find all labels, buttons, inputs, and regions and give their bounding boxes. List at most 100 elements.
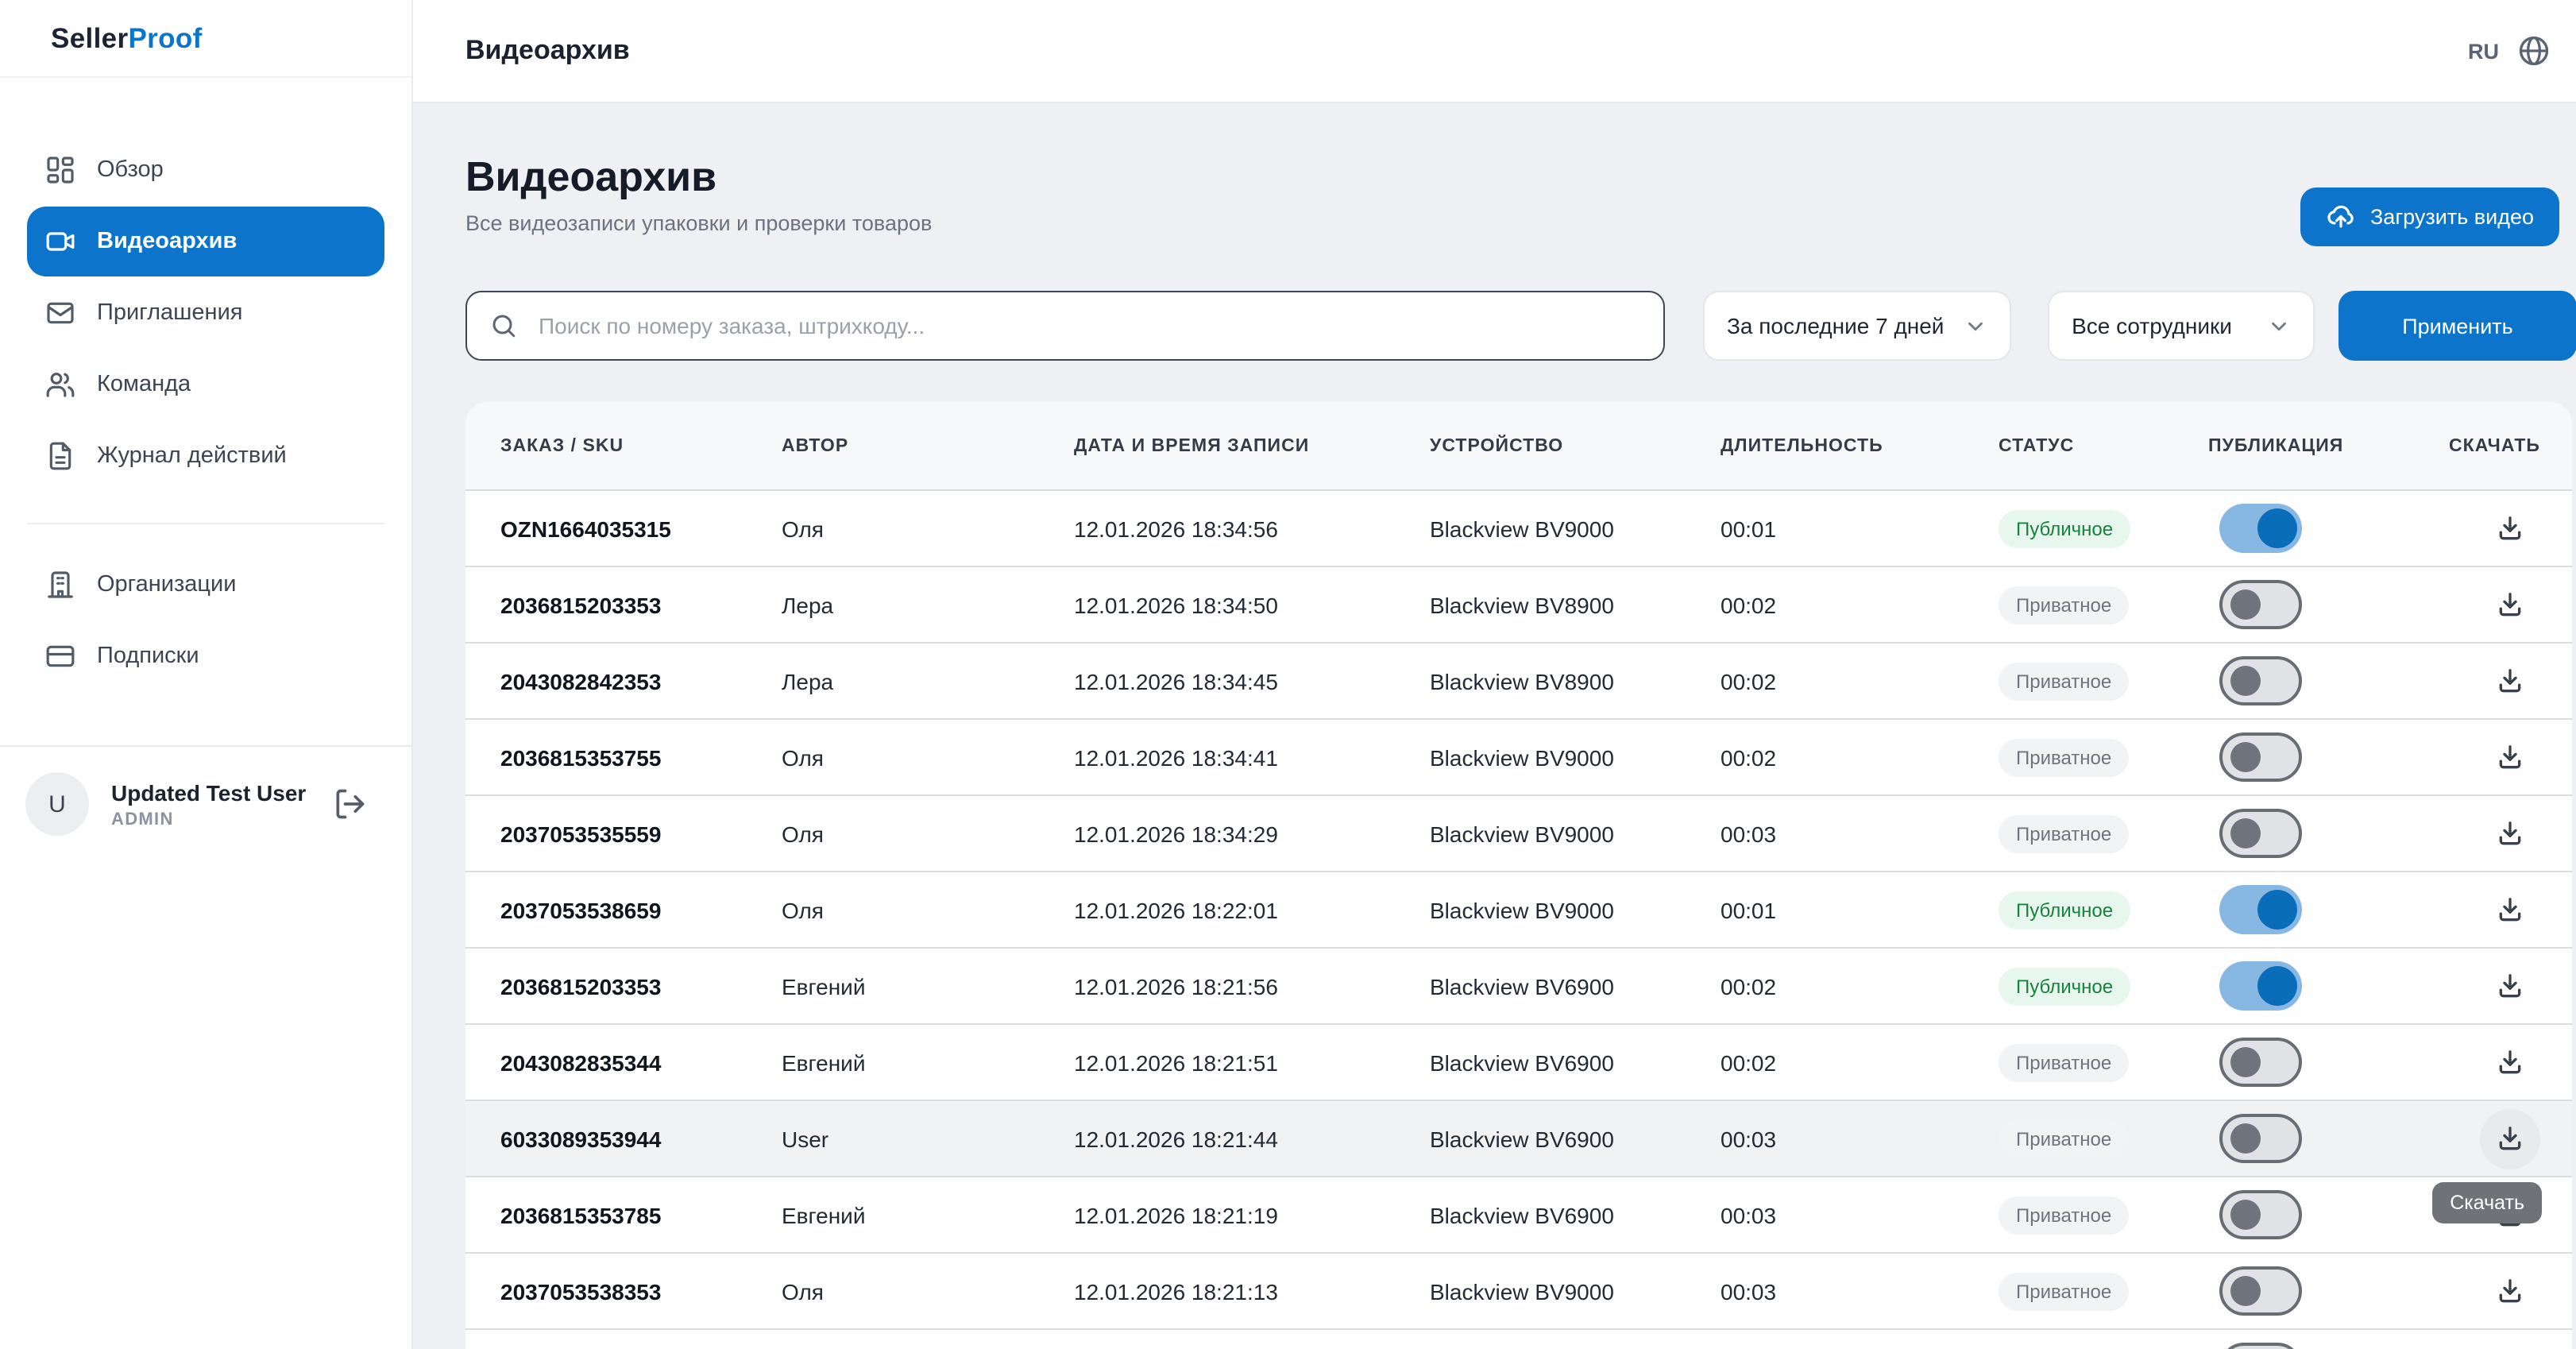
- table-row[interactable]: 2036815203353 Лера 12.01.2026 18:34:50 B…: [465, 567, 2572, 644]
- download-button[interactable]: [2480, 1261, 2540, 1321]
- cell-duration: 00:03: [1721, 1278, 1999, 1304]
- sidebar-item-organizations[interactable]: Организации: [27, 550, 384, 620]
- language-switcher[interactable]: RU: [2468, 33, 2551, 68]
- search-icon: [489, 311, 518, 340]
- sidebar-item-invitations[interactable]: Приглашения: [27, 278, 384, 348]
- cell-download: [2383, 803, 2540, 864]
- sidebar-item-activity-log[interactable]: Журнал действий: [27, 421, 384, 491]
- publish-toggle[interactable]: [2219, 1266, 2302, 1316]
- publish-toggle[interactable]: [2219, 1038, 2302, 1087]
- publish-toggle[interactable]: [2219, 656, 2302, 705]
- cell-duration: 00:02: [1721, 1049, 1999, 1075]
- sidebar-item-overview[interactable]: Обзор: [27, 135, 384, 205]
- sidebar-item-team[interactable]: Команда: [27, 350, 384, 419]
- sidebar-item-label: Команда: [97, 372, 191, 397]
- table-row[interactable]: 6033089353944 User 12.01.2026 18:21:44 B…: [465, 1101, 2572, 1177]
- cell-status: Публичное: [1999, 891, 2208, 929]
- download-button[interactable]: [2480, 956, 2540, 1016]
- page-title: Видеоархив: [465, 153, 932, 202]
- employee-filter-select[interactable]: Все сотрудники: [2048, 291, 2315, 361]
- building-icon: [44, 569, 76, 601]
- status-badge: Публичное: [1999, 891, 2130, 929]
- publish-toggle[interactable]: [2219, 732, 2302, 782]
- table-row[interactable]: 2036815353785 Евгений 12.01.2026 18:21:1…: [465, 1177, 2572, 1254]
- period-filter-select[interactable]: За последние 7 дней: [1703, 291, 2011, 361]
- cell-status: Приватное: [1999, 586, 2208, 624]
- cell-datetime: 12.01.2026 18:21:51: [1074, 1049, 1430, 1075]
- publish-toggle[interactable]: [2219, 1190, 2302, 1239]
- publish-toggle[interactable]: [2219, 885, 2302, 934]
- cell-status: Приватное: [1999, 662, 2208, 700]
- user-meta: Updated Test User ADMIN: [111, 779, 306, 829]
- user-name: Updated Test User: [111, 779, 306, 805]
- download-button[interactable]: [2480, 498, 2540, 559]
- sidebar-item-label: Обзор: [97, 157, 164, 183]
- publish-toggle[interactable]: [2219, 580, 2302, 629]
- cell-duration: 00:03: [1721, 1126, 1999, 1151]
- sidebar-item-videoarchive[interactable]: Видеоархив: [27, 207, 384, 276]
- table-row[interactable]: 2043082842353 Лера 12.01.2026 18:34:45 B…: [465, 644, 2572, 720]
- chevron-down-icon: [1964, 314, 1987, 338]
- download-button[interactable]: [2480, 651, 2540, 711]
- table-row[interactable]: 2036815353755 Оля 12.01.2026 18:34:41 Bl…: [465, 720, 2572, 796]
- cell-status: Приватное: [1999, 814, 2208, 852]
- cell-device: Blackview BV9000: [1430, 1278, 1721, 1304]
- toggle-knob: [2257, 890, 2297, 930]
- download-button[interactable]: [2480, 1032, 2540, 1092]
- table-row[interactable]: 2037053538659 Оля 12.01.2026 18:22:01 Bl…: [465, 872, 2572, 949]
- filters-row: За последние 7 дней Все сотрудники Приме…: [465, 291, 2576, 361]
- users-icon: [44, 369, 76, 400]
- table-row[interactable]: 2037053535559 Оля 12.01.2026 18:34:29 Bl…: [465, 796, 2572, 872]
- download-button[interactable]: [2480, 879, 2540, 940]
- cell-status: Публичное: [1999, 967, 2208, 1005]
- download-button[interactable]: [2480, 803, 2540, 864]
- cell-datetime: 12.01.2026 18:34:50: [1074, 592, 1430, 617]
- download-button[interactable]: [2480, 1108, 2540, 1169]
- download-icon: [2494, 512, 2526, 544]
- brand-proof: Proof: [128, 21, 202, 55]
- upload-video-button[interactable]: Загрузить видео: [2300, 187, 2559, 246]
- cell-author: Евгений: [782, 1202, 1074, 1227]
- publish-toggle[interactable]: [2219, 809, 2302, 858]
- cell-author: Евгений: [782, 1049, 1074, 1075]
- cell-duration: 00:03: [1721, 1202, 1999, 1227]
- logout-icon[interactable]: [332, 787, 367, 821]
- mail-icon: [44, 297, 76, 329]
- sidebar-item-subscriptions[interactable]: Подписки: [27, 621, 384, 691]
- page-head-text: Видеоархив Все видеозаписи упаковки и пр…: [465, 153, 932, 235]
- table-row[interactable]: OZN1664035315 Оля 12.01.2026 18:34:56 Bl…: [465, 491, 2572, 567]
- cell-download: [2383, 498, 2540, 559]
- search-input[interactable]: [535, 311, 1641, 340]
- table-row[interactable]: Приватное: [465, 1330, 2572, 1349]
- cell-order: 2036815203353: [500, 592, 782, 617]
- cell-order: 2037053538353: [500, 1278, 782, 1304]
- publish-toggle[interactable]: [2219, 1114, 2302, 1163]
- table-row[interactable]: 2043082835344 Евгений 12.01.2026 18:21:5…: [465, 1025, 2572, 1101]
- cell-publication: [2208, 961, 2383, 1011]
- cell-status: Приватное: [1999, 738, 2208, 776]
- table-row[interactable]: 2036815203353 Евгений 12.01.2026 18:21:5…: [465, 949, 2572, 1025]
- download-button[interactable]: [2480, 574, 2540, 635]
- cell-status: Приватное: [1999, 1196, 2208, 1234]
- user-section: U Updated Test User ADMIN: [0, 745, 411, 861]
- cell-duration: 00:02: [1721, 973, 1999, 999]
- status-badge: Приватное: [1999, 662, 2129, 700]
- download-button[interactable]: [2480, 1337, 2540, 1349]
- toggle-knob: [2230, 1200, 2261, 1230]
- download-icon: [2494, 818, 2526, 849]
- publish-toggle[interactable]: [2219, 961, 2302, 1011]
- status-badge: Публичное: [1999, 967, 2130, 1005]
- table-row[interactable]: 2037053538353 Оля 12.01.2026 18:21:13 Bl…: [465, 1254, 2572, 1330]
- toggle-knob: [2230, 818, 2261, 848]
- file-text-icon: [44, 440, 76, 472]
- apply-button[interactable]: Применить: [2338, 291, 2576, 361]
- status-badge: Приватное: [1999, 586, 2129, 624]
- cell-datetime: 12.01.2026 18:21:44: [1074, 1126, 1430, 1151]
- brand-seller: Seller: [51, 21, 128, 55]
- publish-toggle[interactable]: [2219, 504, 2302, 553]
- download-button[interactable]: [2480, 727, 2540, 787]
- employee-filter-value: Все сотрудники: [2072, 313, 2232, 338]
- search-box: [465, 291, 1665, 361]
- toggle-knob: [2230, 1123, 2261, 1154]
- cell-publication: [2208, 1266, 2383, 1316]
